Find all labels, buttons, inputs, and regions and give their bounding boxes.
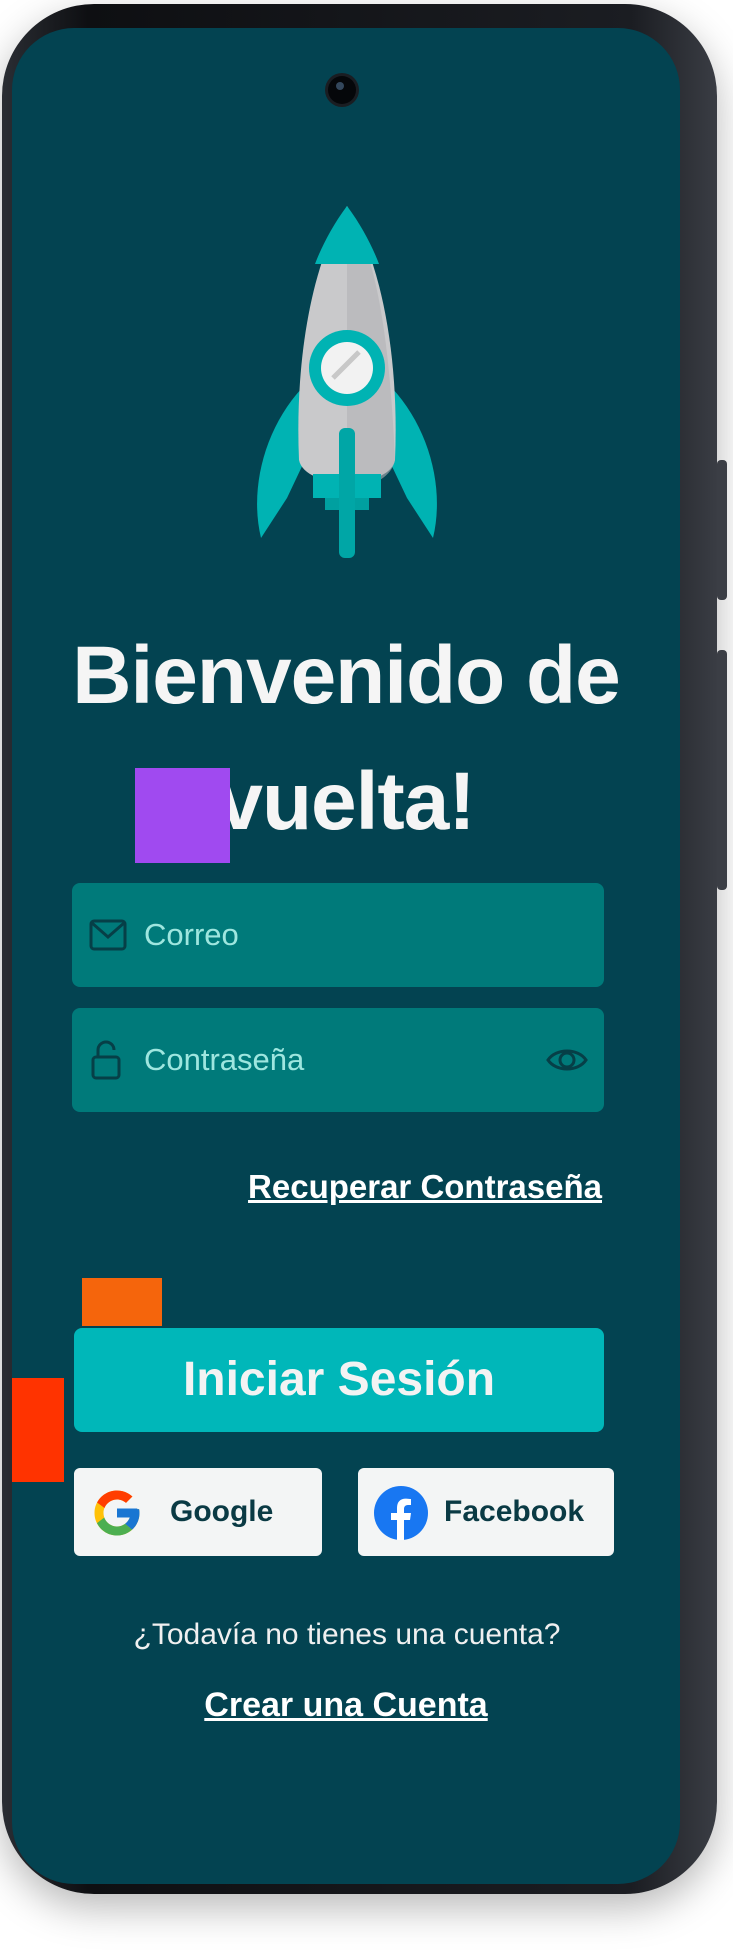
facebook-label: Facebook xyxy=(444,1495,585,1528)
facebook-login-button[interactable]: Facebook xyxy=(358,1468,614,1556)
app-screen: Bienvenido de vuelta! Correo Contraseña xyxy=(12,28,680,1884)
password-placeholder: Contraseña xyxy=(144,1042,305,1077)
front-camera xyxy=(328,76,356,104)
decor-square-purple xyxy=(135,768,230,863)
phone-frame: Bienvenido de vuelta! Correo Contraseña xyxy=(0,0,733,1951)
google-logo-icon xyxy=(94,1490,140,1536)
eye-icon[interactable] xyxy=(546,1042,588,1078)
email-field[interactable]: Correo xyxy=(72,883,604,987)
google-login-button[interactable]: Google xyxy=(74,1468,322,1556)
decor-square-red xyxy=(12,1378,64,1482)
create-account-link[interactable]: Crear una Cuenta xyxy=(12,1686,680,1725)
facebook-logo-icon xyxy=(374,1486,428,1540)
title-line-1: Bienvenido de xyxy=(72,630,620,721)
password-field[interactable]: Contraseña xyxy=(72,1008,604,1112)
decor-square-orange xyxy=(82,1278,162,1326)
email-placeholder: Correo xyxy=(144,917,239,952)
rocket-icon xyxy=(257,206,437,558)
mail-icon xyxy=(89,919,127,951)
signup-question: ¿Todavía no tienes una cuenta? xyxy=(133,1618,561,1651)
login-button[interactable]: Iniciar Sesión xyxy=(74,1328,604,1432)
phone-power-button xyxy=(717,650,727,890)
phone-volume-button xyxy=(717,460,727,600)
lock-icon xyxy=(91,1040,121,1080)
recover-password-link[interactable]: Recuperar Contraseña xyxy=(248,1168,602,1206)
google-label: Google xyxy=(170,1495,274,1528)
